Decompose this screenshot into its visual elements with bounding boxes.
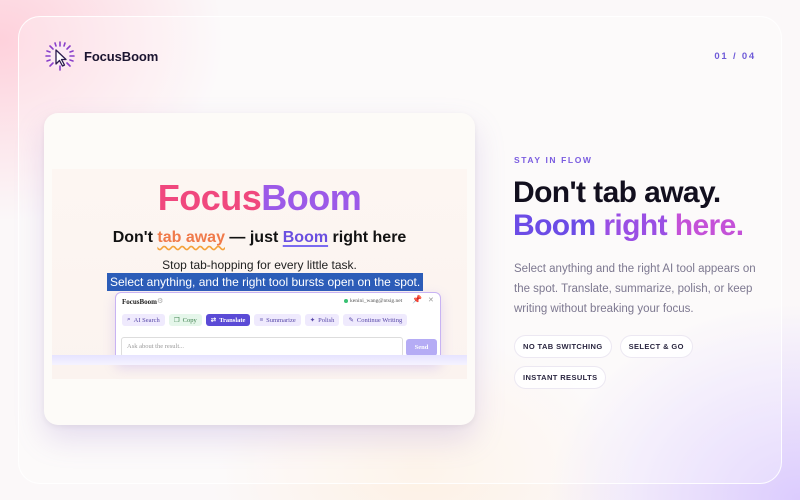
- translate-icon: ⇄: [210, 317, 217, 324]
- list-icon: ≡: [259, 316, 264, 324]
- slide-pager: 01 / 04: [714, 51, 756, 62]
- feature-chips: NO TAB SWITCHING SELECT & GO INSTANT RES…: [514, 335, 714, 389]
- cursor-burst-icon: [45, 41, 75, 71]
- demo-logo: FocusBoom: [157, 177, 362, 218]
- ask-input[interactable]: Ask about the result...: [121, 337, 403, 357]
- tool-copy[interactable]: ❐ Copy: [168, 314, 202, 326]
- demo-subtitle: Stop tab-hopping for every little task.: [162, 258, 357, 272]
- wand-icon: ✦: [309, 317, 316, 324]
- hero-description: Select anything and the right AI tool ap…: [514, 263, 756, 315]
- tool-translate[interactable]: ⇄ Translate: [205, 314, 251, 326]
- pin-icon[interactable]: 📌: [412, 295, 422, 304]
- chip-no-tab-switching: NO TAB SWITCHING: [514, 335, 612, 358]
- headline-line2: Boom right here.: [513, 209, 744, 242]
- demo-canvas: FocusBoom Don't tab away — just Boom rig…: [52, 169, 467, 379]
- demo-selected-text[interactable]: Select anything, and the right tool burs…: [107, 273, 424, 291]
- demo-shelf: [52, 355, 467, 365]
- search-icon: ⌕: [127, 316, 131, 323]
- user-status: kenini_wang@ntsig.net: [344, 298, 402, 304]
- focusboom-popup: FocusBoom ⚙ kenini_wang@ntsig.net 📌 ✕ ⌕ A…: [115, 292, 441, 364]
- tool-polish[interactable]: ✦ Polish: [304, 314, 340, 326]
- tool-continue-writing[interactable]: ✎ Continue Writing: [343, 314, 408, 326]
- brand[interactable]: FocusBoom: [44, 40, 158, 72]
- tool-bar: ⌕ AI Search ❐ Copy ⇄ Translate ≡ Summarize ✦…: [122, 314, 408, 326]
- tool-summarize[interactable]: ≡ Summarize: [254, 314, 301, 326]
- demo-tagline: Don't tab away — just Boom right here: [112, 229, 407, 246]
- eyebrow: STAY IN FLOW: [514, 155, 593, 165]
- copy-icon: ❐: [173, 317, 180, 324]
- online-dot-icon: [344, 299, 348, 303]
- gear-icon[interactable]: ⚙: [157, 297, 163, 305]
- headline-line1: Don't tab away.: [513, 176, 721, 209]
- pen-icon: ✎: [348, 317, 354, 324]
- demo-card: FocusBoom Don't tab away — just Boom rig…: [44, 113, 475, 425]
- brand-name: FocusBoom: [84, 48, 159, 64]
- chip-instant-results: INSTANT RESULTS: [514, 366, 607, 389]
- send-button[interactable]: Send: [406, 339, 437, 356]
- chip-select-and-go: SELECT & GO: [619, 335, 693, 358]
- close-icon[interactable]: ✕: [428, 296, 434, 304]
- popup-title: FocusBoom: [122, 298, 157, 306]
- tool-ai-search[interactable]: ⌕ AI Search: [122, 314, 165, 326]
